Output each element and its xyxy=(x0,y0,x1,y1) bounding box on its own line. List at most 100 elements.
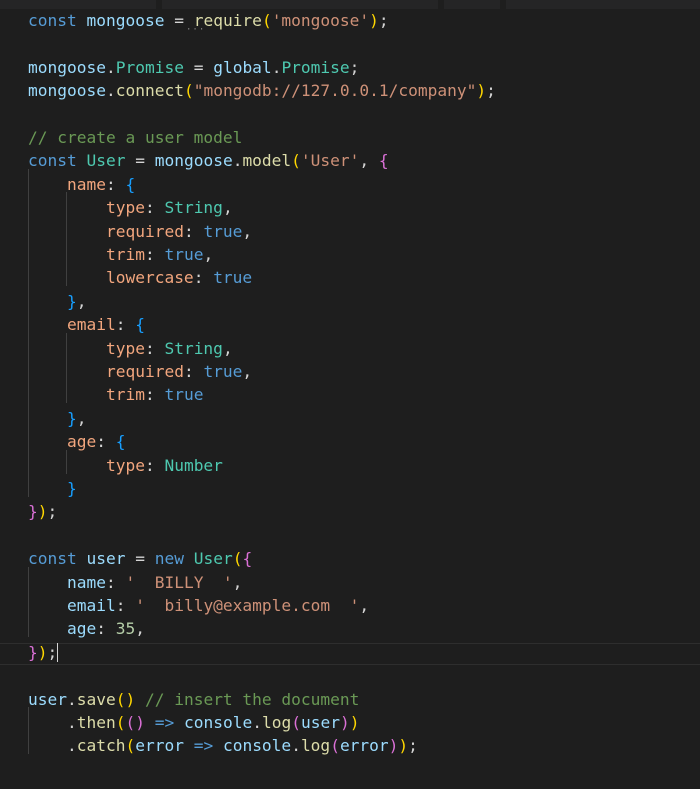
code-token: ) xyxy=(37,642,48,662)
code-line[interactable]: .then(() => console.log(user)) xyxy=(28,711,359,734)
code-line[interactable]: type: Number xyxy=(28,454,223,477)
code-token: ( xyxy=(261,11,272,30)
code-line[interactable]: email: { xyxy=(28,313,145,336)
code-token: ( xyxy=(115,713,126,732)
code-token: { xyxy=(125,174,136,194)
code-token: String xyxy=(164,198,223,218)
code-token: // create a user model xyxy=(28,128,243,147)
code-token: => xyxy=(154,713,175,732)
code-token: ) xyxy=(349,713,360,732)
code-line[interactable]: .catch(error => console.log(error)); xyxy=(28,734,418,757)
code-token: ; xyxy=(47,642,58,662)
code-token: model xyxy=(242,151,292,171)
code-line[interactable]: const mongoose = require('mongoose'); xyxy=(28,9,389,32)
code-line[interactable]: trim: true, xyxy=(28,243,213,266)
code-token: : xyxy=(105,174,126,194)
code-line[interactable]: user.save() // insert the document xyxy=(28,688,359,711)
code-token: , xyxy=(76,408,87,428)
code-line[interactable]: }, xyxy=(28,290,87,313)
code-token: . xyxy=(105,57,116,77)
code-line[interactable]: }); xyxy=(28,641,59,664)
code-token: ) xyxy=(369,11,379,30)
code-editor[interactable]: ··· const mongoose = require('mongoose')… xyxy=(0,9,700,789)
code-line[interactable]: lowercase: true xyxy=(28,266,252,289)
code-line[interactable]: const User = mongoose.model('User', { xyxy=(28,149,389,172)
code-token: type xyxy=(105,338,145,358)
code-token: ( xyxy=(330,736,340,756)
code-line[interactable]: type: String, xyxy=(28,337,233,360)
current-line-highlight xyxy=(0,643,700,665)
code-line[interactable]: trim: true xyxy=(28,383,203,406)
tab-segment[interactable] xyxy=(506,0,700,9)
code-token: ) xyxy=(388,736,399,756)
tab-segment[interactable] xyxy=(444,0,500,9)
code-token: , xyxy=(242,362,253,381)
code-token: , xyxy=(359,151,379,171)
code-token: lowercase xyxy=(105,268,194,288)
code-token: type xyxy=(105,455,145,475)
code-token: true xyxy=(213,268,253,288)
code-token: mongoose xyxy=(28,57,106,77)
code-token: , xyxy=(76,291,87,311)
code-line[interactable]: }); xyxy=(28,500,57,523)
code-token: } xyxy=(66,291,77,311)
code-token: ' BILLY ' xyxy=(125,572,233,592)
code-token: ( xyxy=(125,736,136,756)
code-token: ) xyxy=(398,736,409,756)
code-token: : xyxy=(105,572,126,592)
code-line[interactable]: mongoose.connect("mongodb://127.0.0.1/co… xyxy=(28,79,496,102)
code-token: . xyxy=(252,713,262,732)
code-line[interactable]: age: 35, xyxy=(28,617,145,640)
code-token: : xyxy=(115,315,136,335)
code-token: console xyxy=(222,736,292,756)
code-line[interactable]: }, xyxy=(28,407,87,430)
code-token: { xyxy=(135,315,145,335)
code-line[interactable]: const user = new User({ xyxy=(28,547,252,570)
code-token: log xyxy=(300,736,331,756)
code-token: name xyxy=(66,572,106,592)
code-token: ) xyxy=(339,713,350,732)
code-token: ( xyxy=(291,151,301,171)
code-token: : xyxy=(96,619,116,639)
code-token: ) xyxy=(476,81,487,101)
code-token: = xyxy=(164,11,194,30)
code-line[interactable]: email: ' billy@example.com ', xyxy=(28,594,369,617)
code-line[interactable]: required: true, xyxy=(28,360,252,383)
code-token: catch xyxy=(76,736,126,756)
code-token: . xyxy=(28,713,77,732)
code-token: ; xyxy=(349,57,360,77)
code-line[interactable]: // create a user model xyxy=(28,126,242,149)
code-line[interactable]: age: { xyxy=(28,430,126,453)
code-token: trim xyxy=(105,245,145,264)
code-line[interactable]: mongoose.Promise = global.Promise; xyxy=(28,56,359,79)
code-line[interactable]: name: ' BILLY ', xyxy=(28,571,242,594)
code-line[interactable]: } xyxy=(28,477,77,500)
code-token: , xyxy=(359,596,370,615)
code-token: type xyxy=(105,198,145,218)
code-token: ; xyxy=(47,502,58,522)
code-token: mongoose xyxy=(86,11,165,30)
code-token: User xyxy=(193,549,233,569)
code-token: => xyxy=(193,736,214,756)
code-token: String xyxy=(164,338,223,358)
code-token: then xyxy=(76,713,116,732)
code-token: , xyxy=(222,198,233,218)
code-token: Number xyxy=(164,455,223,475)
code-token: ( xyxy=(183,81,194,101)
code-token: global xyxy=(213,57,272,77)
code-token: () xyxy=(115,689,136,709)
code-token: , xyxy=(222,338,233,358)
tab-segment[interactable] xyxy=(0,0,156,9)
code-token: ; xyxy=(378,11,389,30)
code-token: Promise xyxy=(281,57,350,77)
code-line[interactable]: required: true, xyxy=(28,220,252,243)
tab-segment[interactable] xyxy=(162,0,438,9)
code-line[interactable]: name: { xyxy=(28,173,135,196)
code-line[interactable]: type: String, xyxy=(28,196,233,219)
